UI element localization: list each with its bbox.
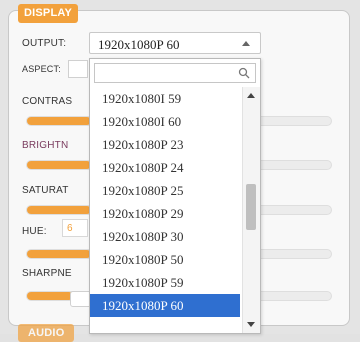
dropdown-option[interactable]: 1920x1080P 23 <box>90 133 240 156</box>
dropdown-option[interactable]: 1920x1080I 59 <box>90 87 240 110</box>
scroll-down-arrow-icon[interactable] <box>247 322 255 327</box>
dropdown-scrollbar[interactable] <box>242 87 260 333</box>
output-select-value: 1920x1080P 60 <box>98 37 180 52</box>
display-section-tab[interactable]: DISPLAY <box>18 4 79 23</box>
dropdown-option[interactable]: 1920x1080P 24 <box>90 156 240 179</box>
scroll-up-arrow-icon[interactable] <box>247 93 255 98</box>
scrollbar-thumb[interactable] <box>246 184 256 230</box>
dropdown-option-list: 1920x1080I 59 1920x1080I 60 1920x1080P 2… <box>90 87 240 317</box>
dropdown-option[interactable]: 1920x1080P 50 <box>90 248 240 271</box>
contrast-label: CONTRAS <box>22 96 73 107</box>
hue-label: HUE: <box>22 226 47 237</box>
aspect-field[interactable] <box>68 60 88 78</box>
dropdown-option-selected[interactable]: 1920x1080P 60 <box>90 294 240 317</box>
dropdown-option[interactable]: 1920x1080P 30 <box>90 225 240 248</box>
output-select[interactable]: 1920x1080P 60 <box>89 32 261 54</box>
output-dropdown: 1920x1080I 59 1920x1080I 60 1920x1080P 2… <box>89 58 261 334</box>
dropdown-option[interactable]: 1920x1080P 59 <box>90 271 240 294</box>
audio-section-tab[interactable]: AUDIO <box>18 324 75 342</box>
brightness-label: BRIGHTN <box>22 140 69 151</box>
sharpness-label: SHARPNE <box>22 268 72 279</box>
dropdown-search-field[interactable] <box>94 63 256 83</box>
aspect-label: ASPECT: <box>22 64 61 74</box>
dropdown-option[interactable]: 1920x1080I 60 <box>90 110 240 133</box>
dropdown-option[interactable]: 1920x1080P 25 <box>90 179 240 202</box>
chevron-up-icon <box>242 41 250 46</box>
search-icon <box>238 67 250 79</box>
saturation-label: SATURAT <box>22 185 69 196</box>
output-label: OUTPUT: <box>22 38 67 49</box>
hue-value-box[interactable]: 6 <box>62 219 88 237</box>
dropdown-option[interactable]: 1920x1080P 29 <box>90 202 240 225</box>
